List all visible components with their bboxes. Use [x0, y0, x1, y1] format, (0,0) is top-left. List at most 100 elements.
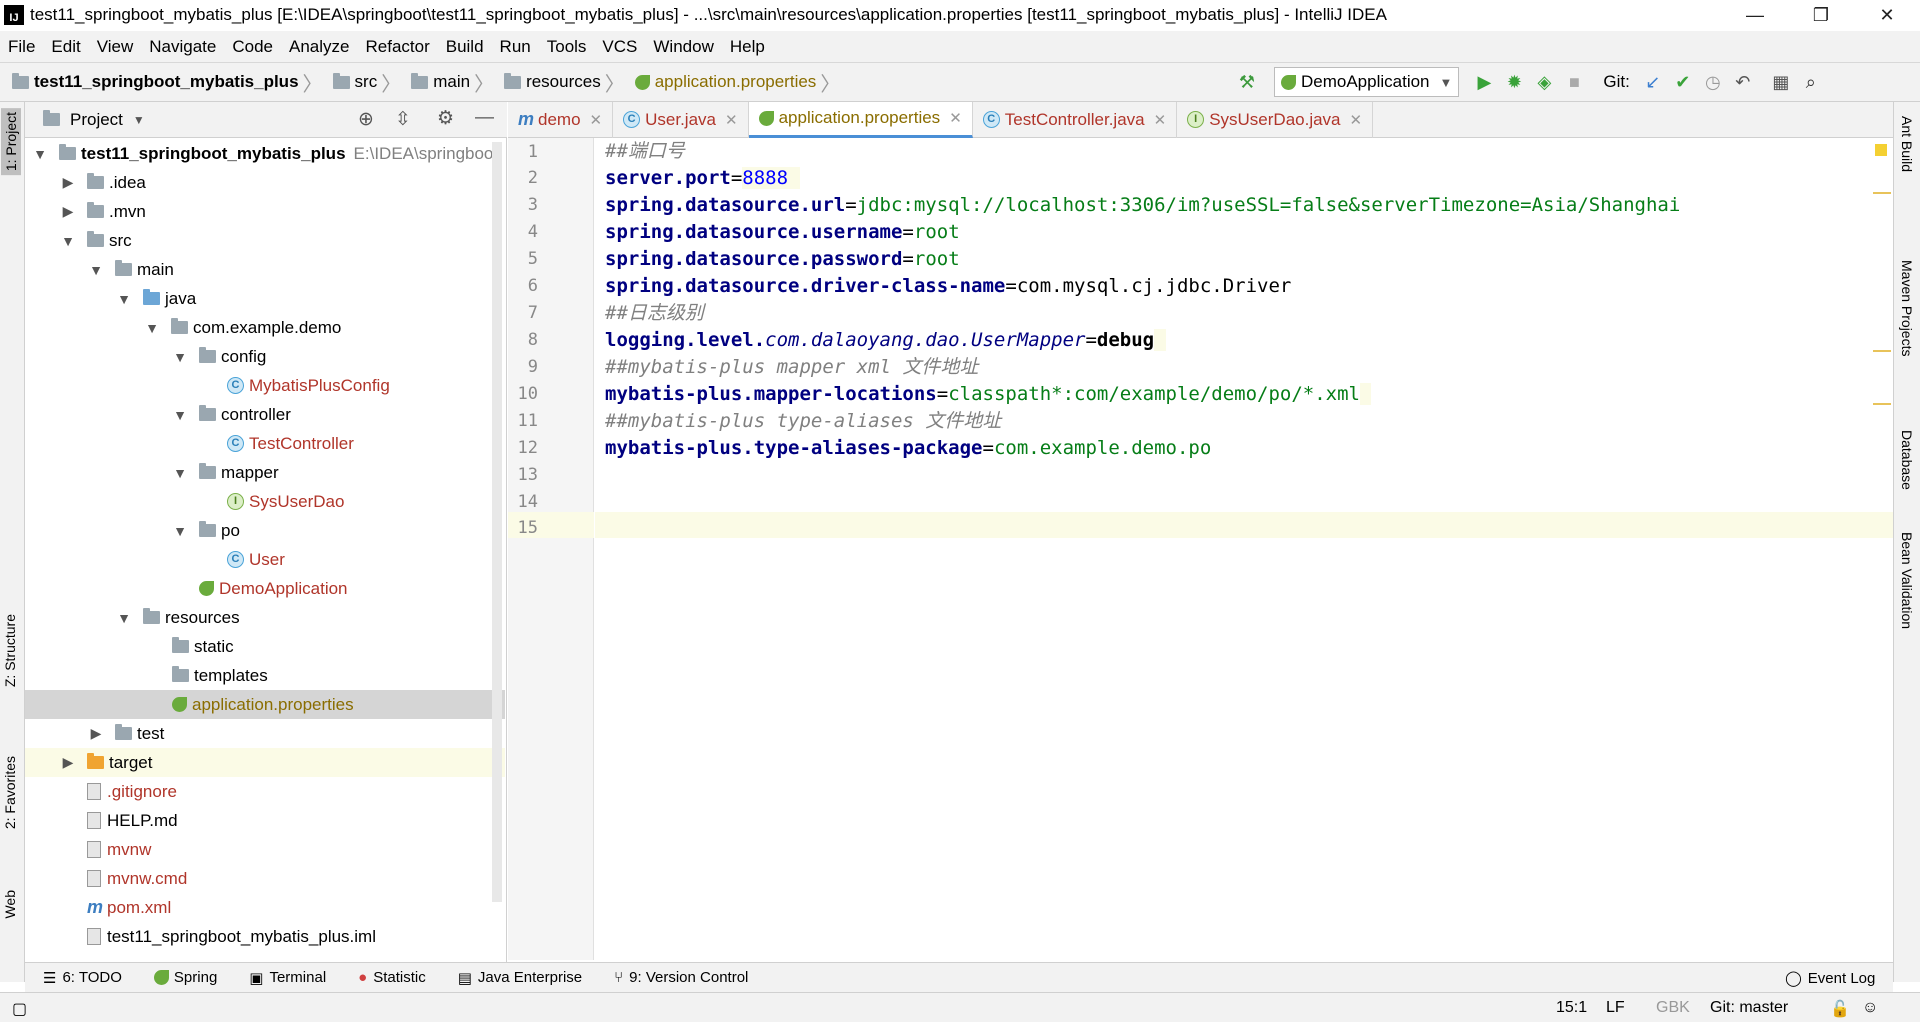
menu-refactor[interactable]: Refactor — [357, 31, 437, 62]
minimize-button[interactable]: — — [1722, 0, 1788, 31]
tool-tab-maven[interactable]: Maven Projects — [1899, 260, 1915, 356]
git-branch[interactable]: Git: master — [1710, 999, 1788, 1017]
tree-item-mapper[interactable]: ▼ mapper — [25, 458, 505, 487]
tool-tab-structure[interactable]: Z: Structure — [2, 614, 18, 687]
build-hammer-icon[interactable]: ⚒ — [1232, 67, 1262, 97]
menu-navigate[interactable]: Navigate — [141, 31, 224, 62]
close-tab-icon[interactable]: ✕ — [725, 111, 738, 129]
tab-demo[interactable]: m demo ✕ — [508, 101, 614, 138]
tool-tab-bean-validation[interactable]: Bean Validation — [1899, 532, 1915, 629]
toggle-tool-windows-icon[interactable]: ▢ — [12, 999, 27, 1019]
tool-tab-database[interactable]: Database — [1899, 430, 1915, 490]
menu-window[interactable]: Window — [645, 31, 721, 62]
tree-item-package[interactable]: ▼ com.example.demo — [25, 313, 505, 342]
tool-tab-project[interactable]: 1: Project — [1, 108, 21, 176]
tree-item-idea[interactable]: ▶ .idea — [25, 168, 505, 197]
menu-build[interactable]: Build — [438, 31, 492, 62]
tab-user-java[interactable]: C User.java ✕ — [613, 101, 749, 138]
tab-sysuserdao-java[interactable]: I SysUserDao.java ✕ — [1177, 101, 1374, 138]
tree-item-java[interactable]: ▼ java — [25, 284, 505, 313]
tree-item-config[interactable]: ▼ config — [25, 342, 505, 371]
tree-item-main[interactable]: ▼ main — [25, 255, 505, 284]
tree-item-gitignore[interactable]: .gitignore — [25, 777, 505, 806]
tool-tab-statistic[interactable]: ● Statistic — [358, 969, 426, 986]
tree-item-root[interactable]: ▼ test11_springboot_mybatis_plus E:\IDEA… — [25, 139, 505, 168]
breadcrumb-main[interactable]: main 〉 — [411, 68, 500, 97]
menu-code[interactable]: Code — [224, 31, 281, 62]
tree-item-help-md[interactable]: HELP.md — [25, 806, 505, 835]
breadcrumb-project[interactable]: test11_springboot_mybatis_plus 〉 — [12, 68, 329, 97]
tree-item-mvn[interactable]: ▶ .mvn — [25, 197, 505, 226]
menu-help[interactable]: Help — [722, 31, 773, 62]
tool-tab-ant-build[interactable]: Ant Build — [1899, 116, 1915, 172]
menu-run[interactable]: Run — [492, 31, 539, 62]
tree-item-mvnw-cmd[interactable]: mvnw.cmd — [25, 864, 505, 893]
warning-marker[interactable] — [1873, 192, 1891, 194]
tree-item-iml[interactable]: test11_springboot_mybatis_plus.iml — [25, 922, 505, 951]
gear-icon[interactable]: ⚙ — [437, 107, 454, 130]
code-editor[interactable]: ##端口号 server.port=8888 spring.datasource… — [595, 138, 1893, 960]
tree-item-src[interactable]: ▼ src — [25, 226, 505, 255]
notifications-icon[interactable]: ☺ — [1862, 999, 1878, 1017]
tree-item-test[interactable]: ▶ test — [25, 719, 505, 748]
menu-edit[interactable]: Edit — [43, 31, 88, 62]
chevron-down-icon[interactable]: ▼ — [133, 113, 145, 127]
line-separator[interactable]: LF — [1606, 999, 1625, 1017]
stop-icon[interactable]: ■ — [1559, 67, 1589, 97]
locate-file-icon[interactable]: ⊕ — [358, 108, 374, 131]
tool-tab-spring[interactable]: Spring — [153, 969, 217, 986]
git-history-icon[interactable]: ◷ — [1698, 67, 1728, 97]
git-revert-icon[interactable]: ↶ — [1728, 67, 1758, 97]
tree-item-mybatisplusconfig[interactable]: C MybatisPlusConfig — [25, 371, 505, 400]
tool-tab-favorites[interactable]: 2: Favorites — [2, 756, 18, 829]
tool-tab-version-control[interactable]: ⑂ 9: Version Control — [614, 969, 748, 986]
lock-icon[interactable]: 🔓 — [1830, 999, 1850, 1019]
close-button[interactable]: ✕ — [1854, 0, 1920, 31]
tree-item-application-properties[interactable]: application.properties — [25, 690, 505, 719]
tree-item-demoapplication[interactable]: DemoApplication — [25, 574, 505, 603]
warning-marker[interactable] — [1873, 350, 1891, 352]
tree-item-controller[interactable]: ▼ controller — [25, 400, 505, 429]
file-encoding[interactable]: GBK — [1656, 999, 1690, 1017]
menu-analyze[interactable]: Analyze — [281, 31, 357, 62]
maximize-button[interactable]: ❐ — [1788, 0, 1854, 31]
tree-item-pom[interactable]: m pom.xml — [25, 893, 505, 922]
tree-item-mvnw[interactable]: mvnw — [25, 835, 505, 864]
tab-testcontroller-java[interactable]: C TestController.java ✕ — [973, 101, 1178, 138]
search-icon[interactable]: ⌕ — [1796, 67, 1826, 97]
tool-tab-todo[interactable]: ☰ 6: TODO — [43, 969, 122, 987]
breadcrumb-file[interactable]: application.properties 〉 — [634, 68, 847, 97]
close-tab-icon[interactable]: ✕ — [1154, 111, 1167, 129]
coverage-icon[interactable]: ◈ — [1529, 67, 1559, 97]
project-view-selector[interactable]: Project — [70, 110, 123, 130]
tree-item-resources[interactable]: ▼ resources — [25, 603, 505, 632]
tree-item-testcontroller[interactable]: C TestController — [25, 429, 505, 458]
git-update-icon[interactable]: ↙ — [1638, 67, 1668, 97]
tree-item-static[interactable]: static — [25, 632, 505, 661]
collapse-all-icon[interactable]: ⇳ — [395, 108, 411, 131]
tool-tab-web[interactable]: Web — [2, 890, 18, 919]
breadcrumb-src[interactable]: src 〉 — [332, 68, 408, 97]
tree-item-po[interactable]: ▼ po — [25, 516, 505, 545]
close-tab-icon[interactable]: ✕ — [590, 111, 603, 129]
caret-position[interactable]: 15:1 — [1556, 999, 1587, 1017]
run-icon[interactable]: ▶ — [1469, 67, 1499, 97]
tab-application-properties[interactable]: application.properties ✕ — [748, 101, 973, 138]
tool-tab-event-log[interactable]: ◯ Event Log — [1785, 969, 1875, 988]
project-structure-icon[interactable]: ▦ — [1766, 67, 1796, 97]
close-tab-icon[interactable]: ✕ — [1350, 111, 1363, 129]
debug-icon[interactable]: ✹ — [1499, 67, 1529, 97]
hide-panel-icon[interactable]: — — [475, 107, 494, 129]
run-config-select[interactable]: DemoApplication ▼ — [1274, 67, 1460, 97]
inspection-status-icon[interactable] — [1875, 144, 1887, 156]
project-scrollbar[interactable] — [492, 142, 502, 902]
menu-file[interactable]: File — [0, 31, 43, 62]
tool-tab-java-enterprise[interactable]: ▤ Java Enterprise — [458, 969, 582, 987]
close-tab-icon[interactable]: ✕ — [949, 109, 962, 127]
tree-item-sysuserdao[interactable]: I SysUserDao — [25, 487, 505, 516]
tree-item-target[interactable]: ▶ target — [25, 748, 505, 777]
git-commit-icon[interactable]: ✔ — [1668, 67, 1698, 97]
breadcrumb-resources[interactable]: resources 〉 — [504, 68, 631, 97]
warning-marker[interactable] — [1873, 403, 1891, 405]
menu-view[interactable]: View — [89, 31, 142, 62]
